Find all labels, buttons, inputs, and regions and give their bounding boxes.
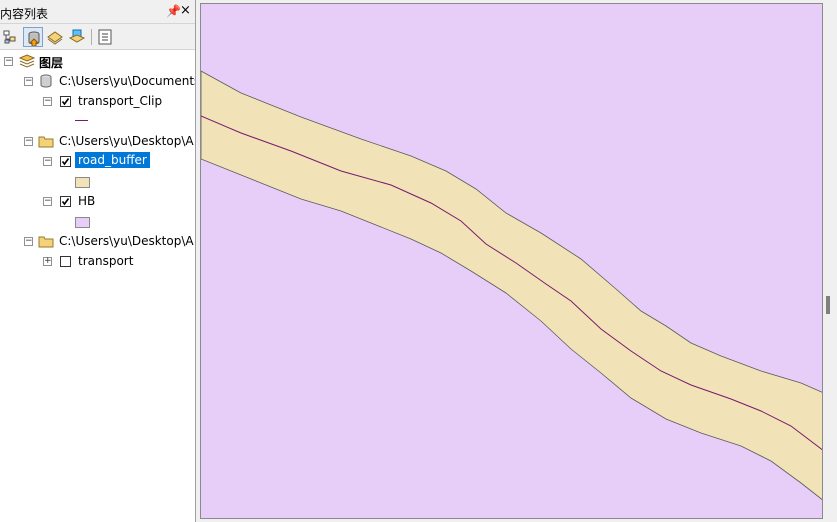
layers-icon (18, 54, 36, 71)
tree-group-desktop-2[interactable]: − C:\Users\yu\Desktop\A (0, 231, 195, 251)
folder-icon (38, 235, 54, 251)
layer-label: transport (78, 254, 134, 268)
map-canvas (201, 70, 822, 500)
fill-symbol-swatch (75, 217, 90, 228)
close-icon[interactable]: × (180, 3, 191, 18)
road-buffer-polygon (201, 70, 822, 500)
collapse-icon[interactable]: − (43, 197, 52, 206)
toc-title-bar: 内容列表 📌 × (0, 0, 195, 24)
layer-tree: − 图层 − C:\Users\yu\Documents − transport… (0, 50, 195, 522)
layer-row-hb[interactable]: − HB (0, 191, 195, 211)
tree-root-label: 图层 (39, 56, 64, 70)
list-by-visibility-icon[interactable] (45, 27, 65, 47)
layer-visibility-checkbox[interactable] (60, 256, 71, 267)
collapse-icon[interactable]: − (4, 57, 13, 66)
group-path: C:\Users\yu\Desktop\A (59, 234, 194, 248)
layer-row-transport[interactable]: + transport (0, 251, 195, 271)
group-path: C:\Users\yu\Desktop\A (59, 134, 194, 148)
layer-row-road-buffer[interactable]: − road_buffer (0, 151, 195, 171)
layer-visibility-checkbox[interactable] (60, 196, 71, 207)
toc-toolbar (0, 24, 195, 50)
collapse-icon[interactable]: − (24, 77, 33, 86)
database-icon (39, 74, 53, 91)
options-icon[interactable] (95, 27, 115, 47)
map-view[interactable] (200, 3, 823, 519)
toc-title: 内容列表 (0, 7, 49, 21)
collapse-icon[interactable]: − (24, 237, 33, 246)
group-path: C:\Users\yu\Documents (59, 74, 195, 88)
layer-row-transport-clip[interactable]: − transport_Clip (0, 91, 195, 111)
splitter-handle[interactable] (826, 296, 830, 314)
collapse-icon[interactable]: − (24, 137, 33, 146)
pin-icon[interactable]: 📌 (166, 4, 181, 18)
tree-root-layers[interactable]: − 图层 (0, 51, 195, 71)
list-by-source-icon[interactable] (23, 27, 43, 47)
tree-group-desktop[interactable]: − C:\Users\yu\Desktop\A (0, 131, 195, 151)
list-by-drawing-order-icon[interactable] (1, 27, 21, 47)
collapse-icon[interactable]: − (43, 157, 52, 166)
fill-symbol-swatch (75, 177, 90, 188)
layer-label: HB (78, 194, 96, 208)
layer-label-selected: road_buffer (75, 152, 150, 168)
legend-row-fill (0, 171, 195, 191)
list-by-selection-icon[interactable] (67, 27, 87, 47)
line-symbol-swatch (75, 120, 88, 121)
layer-visibility-checkbox[interactable] (60, 156, 71, 167)
collapse-icon[interactable]: − (43, 97, 52, 106)
layer-label: transport_Clip (78, 94, 163, 108)
tree-group-documents[interactable]: − C:\Users\yu\Documents (0, 71, 195, 91)
legend-row-line (0, 111, 195, 131)
toolbar-separator (91, 29, 92, 45)
table-of-contents-panel: 内容列表 📌 × − 图层 − C:\Users\yu\Documents − … (0, 0, 196, 522)
expand-icon[interactable]: + (43, 257, 52, 266)
legend-row-fill (0, 211, 195, 231)
folder-icon (38, 135, 54, 151)
layer-visibility-checkbox[interactable] (60, 96, 71, 107)
